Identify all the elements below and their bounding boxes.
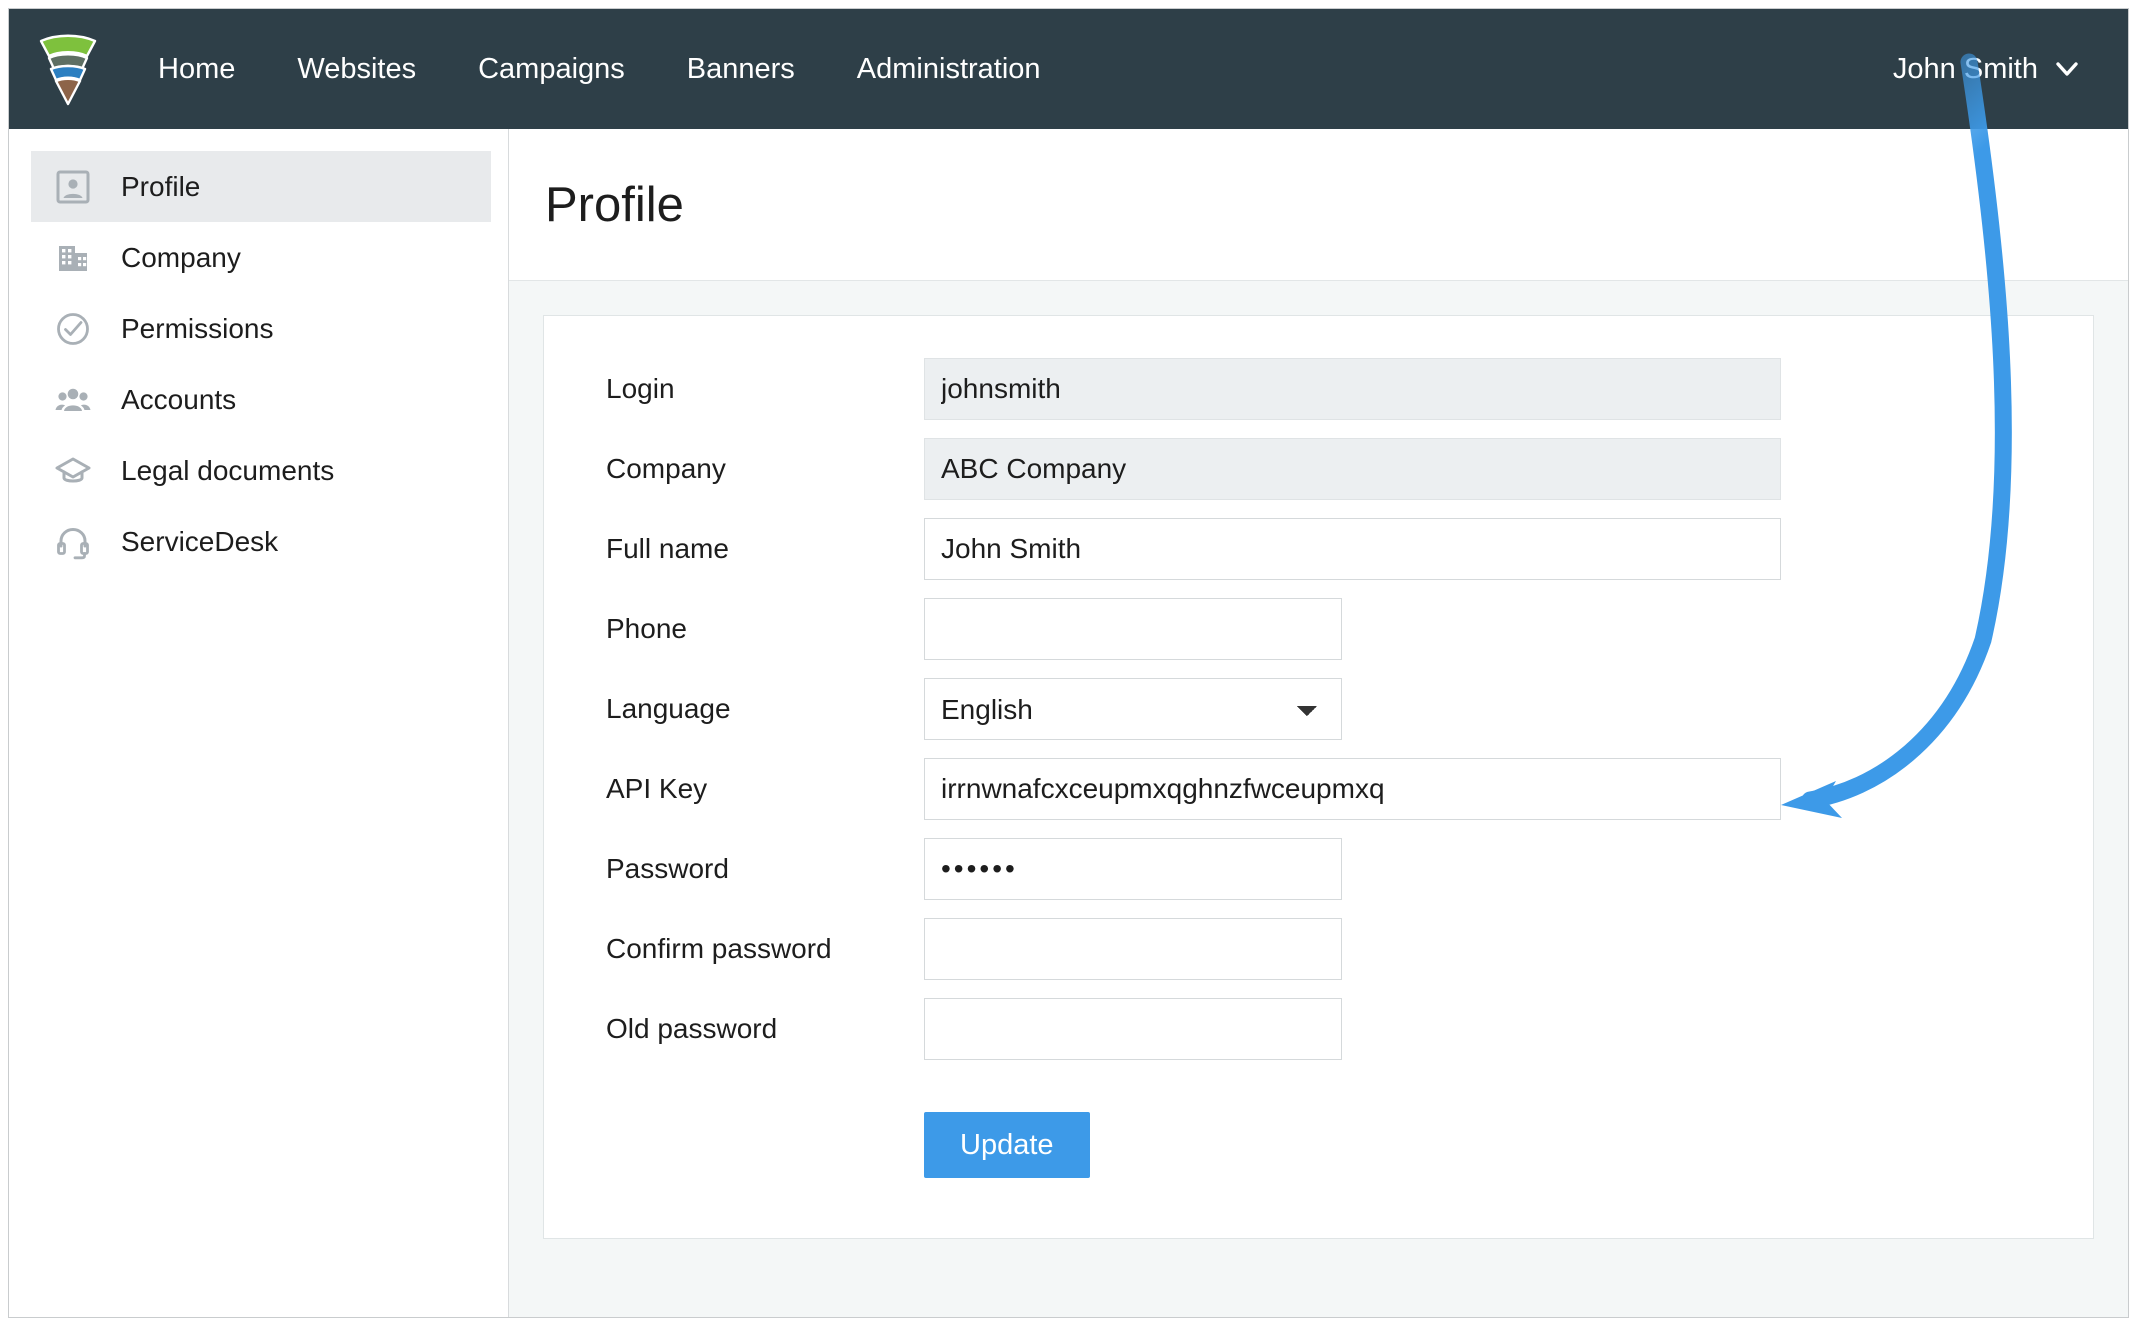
sidebar-item-label: Profile <box>121 171 200 203</box>
user-menu-label: John Smith <box>1893 53 2038 86</box>
api-key-label: API Key <box>580 773 924 805</box>
body-wrapper: Profile <box>9 129 2128 1317</box>
nav-link-websites[interactable]: Websites <box>266 55 447 84</box>
phone-input[interactable] <box>924 598 1342 660</box>
api-key-input[interactable] <box>924 758 1781 820</box>
form-row-phone: Phone <box>544 598 2093 660</box>
primary-nav: Home Websites Campaigns Banners Administ… <box>127 9 1072 129</box>
confirm-password-input[interactable] <box>924 918 1342 980</box>
form-row-old-password: Old password <box>544 998 2093 1060</box>
form-row-api-key: API Key <box>544 758 2093 820</box>
profile-form-panel: Login Company Full name Phone <box>543 315 2094 1239</box>
company-label: Company <box>580 453 924 485</box>
language-select[interactable]: English <box>924 678 1342 740</box>
main-content: Profile Login Company Full name <box>509 129 2128 1317</box>
language-label: Language <box>580 693 924 725</box>
nav-link-campaigns[interactable]: Campaigns <box>447 55 656 84</box>
sidebar-item-permissions[interactable]: Permissions <box>31 293 491 364</box>
full-name-input[interactable] <box>924 518 1781 580</box>
nav-link-administration[interactable]: Administration <box>826 55 1072 84</box>
sidebar-item-accounts[interactable]: Accounts <box>31 364 491 435</box>
contact-card-icon <box>51 165 95 209</box>
sidebar-item-legal-documents[interactable]: Legal documents <box>31 435 491 506</box>
form-row-confirm-password: Confirm password <box>544 918 2093 980</box>
sidebar-item-label: Permissions <box>121 313 273 345</box>
user-menu[interactable]: John Smith <box>1893 53 2080 86</box>
company-input <box>924 438 1781 500</box>
full-name-label: Full name <box>580 533 924 565</box>
funnel-logo[interactable] <box>9 9 127 129</box>
browser-window: Home Websites Campaigns Banners Administ… <box>8 8 2129 1318</box>
sidebar-item-label: Company <box>121 242 241 274</box>
phone-label: Phone <box>580 613 924 645</box>
form-row-company: Company <box>544 438 2093 500</box>
nav-link-home[interactable]: Home <box>127 55 266 84</box>
old-password-label: Old password <box>580 1013 924 1045</box>
password-input[interactable] <box>924 838 1342 900</box>
check-circle-icon <box>51 307 95 351</box>
headset-icon <box>51 520 95 564</box>
login-input <box>924 358 1781 420</box>
sidebar-item-label: Legal documents <box>121 455 334 487</box>
sidebar: Profile <box>9 129 509 1317</box>
form-row-full-name: Full name <box>544 518 2093 580</box>
top-navbar: Home Websites Campaigns Banners Administ… <box>9 9 2128 129</box>
update-button[interactable]: Update <box>924 1112 1090 1178</box>
confirm-password-label: Confirm password <box>580 933 924 965</box>
sidebar-item-company[interactable]: Company <box>31 222 491 293</box>
login-label: Login <box>580 373 924 405</box>
form-row-password: Password <box>544 838 2093 900</box>
nav-link-banners[interactable]: Banners <box>656 55 826 84</box>
sidebar-item-servicedesk[interactable]: ServiceDesk <box>31 506 491 577</box>
old-password-input[interactable] <box>924 998 1342 1060</box>
sidebar-item-label: Accounts <box>121 384 236 416</box>
password-label: Password <box>580 853 924 885</box>
form-row-login: Login <box>544 358 2093 420</box>
navbar-right: John Smith <box>1893 9 2128 129</box>
building-icon <box>51 236 95 280</box>
people-icon <box>51 378 95 422</box>
page-header: Profile <box>509 129 2128 281</box>
graduation-cap-icon <box>51 449 95 493</box>
app-window: Home Websites Campaigns Banners Administ… <box>0 0 2137 1326</box>
form-row-language: Language English <box>544 678 2093 740</box>
sidebar-item-profile[interactable]: Profile <box>31 151 491 222</box>
page-title: Profile <box>545 177 684 233</box>
chevron-down-icon <box>2054 56 2080 82</box>
sidebar-item-label: ServiceDesk <box>121 526 278 558</box>
form-actions: Update <box>544 1112 2093 1178</box>
